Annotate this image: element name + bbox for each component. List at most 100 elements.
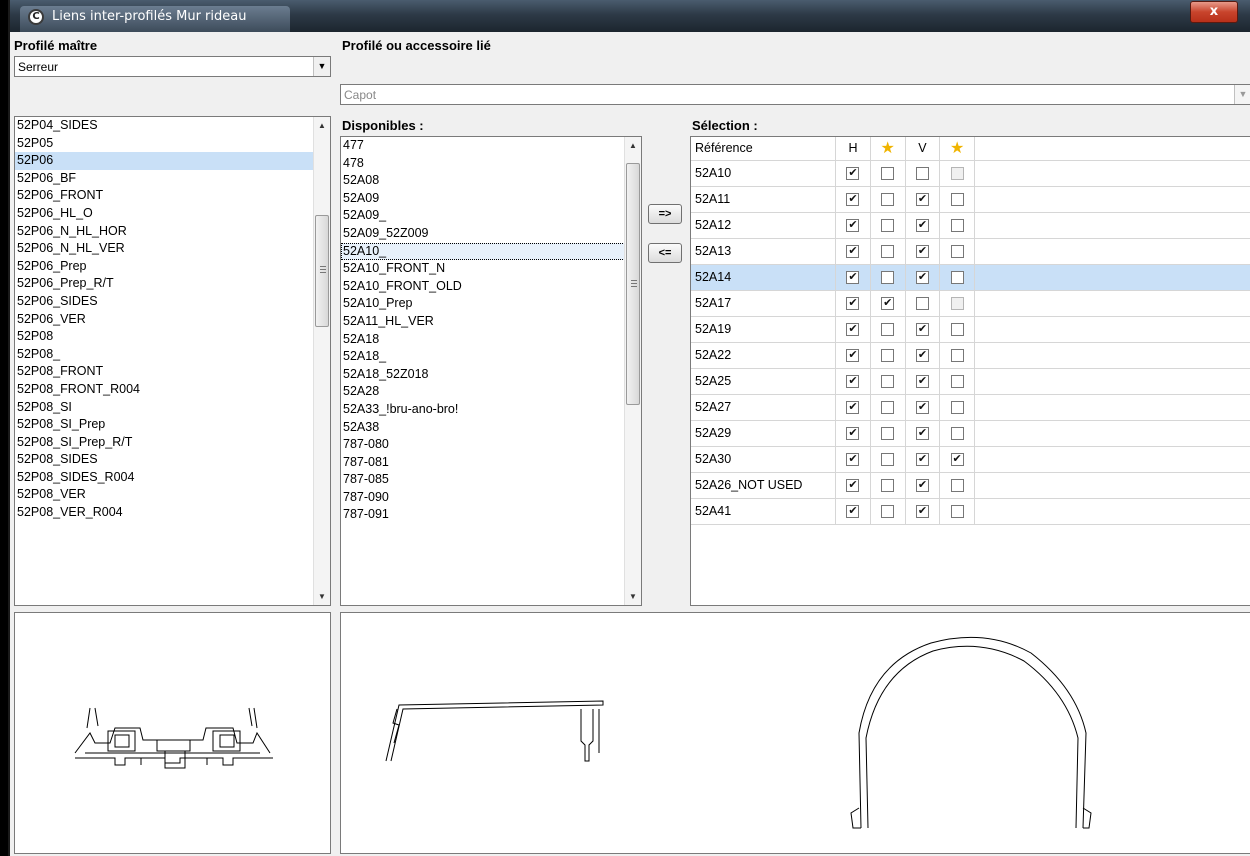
available-list-item[interactable]: 52A28 (341, 383, 641, 401)
column-header-h[interactable]: H (835, 137, 871, 161)
v-checkbox[interactable]: ✔ (915, 323, 929, 337)
v-checkbox[interactable]: ✔ (915, 349, 929, 363)
master-list-item[interactable]: 52P06 (15, 152, 330, 170)
h-star-checkbox[interactable] (881, 375, 895, 389)
available-list-item[interactable]: 52A08 (341, 172, 641, 190)
h-star-checkbox[interactable] (881, 505, 895, 519)
available-list[interactable]: 477 478 52A08 52A09 52A09_ 52A09_52Z009 52A10_… (340, 136, 642, 606)
scroll-down-icon[interactable]: ▼ (625, 588, 641, 605)
scroll-thumb[interactable] (626, 163, 640, 405)
v-star-checkbox[interactable] (950, 193, 964, 207)
h-checkbox[interactable]: ✔ (846, 323, 860, 337)
master-list-item[interactable]: 52P06_BF (15, 170, 330, 188)
available-list-item[interactable]: 477 (341, 137, 641, 155)
v-star-checkbox[interactable] (950, 349, 964, 363)
available-list-item[interactable]: 52A09_ (341, 207, 641, 225)
master-list-item[interactable]: 52P08 (15, 328, 330, 346)
v-star-checkbox[interactable] (950, 427, 964, 441)
master-list-item[interactable]: 52P08_SIDES_R004 (15, 469, 330, 487)
h-star-checkbox[interactable] (881, 427, 895, 441)
master-list-item[interactable]: 52P08_SIDES (15, 451, 330, 469)
master-list-item[interactable]: 52P06_N_HL_HOR (15, 223, 330, 241)
remove-button[interactable]: <= (648, 243, 682, 263)
master-list-item[interactable]: 52P06_HL_O (15, 205, 330, 223)
table-row[interactable]: 52A25 ✔ ✔ (691, 368, 1250, 395)
v-star-checkbox[interactable] (950, 245, 964, 259)
v-checkbox[interactable]: ✔ (915, 505, 929, 519)
table-row[interactable]: 52A12 ✔ ✔ (691, 212, 1250, 239)
column-header-v[interactable]: V (905, 137, 941, 161)
available-list-item[interactable]: 52A10_FRONT_N (341, 260, 641, 278)
master-list-item[interactable]: 52P06_VER (15, 311, 330, 329)
h-star-checkbox[interactable] (881, 193, 895, 207)
h-checkbox[interactable]: ✔ (846, 297, 860, 311)
add-button[interactable]: => (648, 204, 682, 224)
available-list-item[interactable]: 787-080 (341, 436, 641, 454)
v-star-checkbox[interactable]: ✔ (950, 453, 964, 467)
v-checkbox[interactable]: ✔ (915, 375, 929, 389)
h-star-checkbox[interactable] (881, 167, 895, 181)
v-checkbox[interactable]: ✔ (915, 271, 929, 285)
available-list-item[interactable]: 52A11_HL_VER (341, 313, 641, 331)
table-row[interactable]: 52A29 ✔ ✔ (691, 420, 1250, 447)
h-star-checkbox[interactable] (881, 323, 895, 337)
scroll-down-icon[interactable]: ▼ (314, 588, 330, 605)
available-list-item[interactable]: 478 (341, 155, 641, 173)
column-header-h-star[interactable]: ★ (870, 137, 906, 161)
h-checkbox[interactable]: ✔ (846, 193, 860, 207)
v-star-checkbox[interactable] (950, 271, 964, 285)
h-star-checkbox[interactable] (881, 479, 895, 493)
available-list-item[interactable]: 52A18_ (341, 348, 641, 366)
available-list-item[interactable]: 52A09 (341, 190, 641, 208)
table-row[interactable]: 52A13 ✔ ✔ (691, 238, 1250, 265)
table-row[interactable]: 52A26_NOT USED ✔ ✔ (691, 472, 1250, 499)
master-list-item[interactable]: 52P08_SI_Prep (15, 416, 330, 434)
close-button[interactable]: x (1190, 1, 1238, 23)
available-list-item[interactable]: 52A33_!bru-ano-bro! (341, 401, 641, 419)
master-list-item[interactable]: 52P08_VER_R004 (15, 504, 330, 522)
selection-grid[interactable]: Référence H ★ V ★ 52A10 ✔ 52A11 ✔ ✔ 52A12 ✔ ✔ 52… (690, 136, 1250, 606)
available-list-item[interactable]: 52A10_Prep (341, 295, 641, 313)
table-row[interactable]: 52A22 ✔ ✔ (691, 342, 1250, 369)
master-list-item[interactable]: 52P06_N_HL_VER (15, 240, 330, 258)
table-row[interactable]: 52A30 ✔ ✔ ✔ (691, 446, 1250, 473)
v-star-checkbox[interactable] (950, 505, 964, 519)
table-row[interactable]: 52A19 ✔ ✔ (691, 316, 1250, 343)
h-checkbox[interactable]: ✔ (846, 505, 860, 519)
available-list-item[interactable]: 787-081 (341, 454, 641, 472)
h-checkbox[interactable]: ✔ (846, 245, 860, 259)
table-row[interactable]: 52A17 ✔ ✔ (691, 290, 1250, 317)
available-list-item[interactable]: 52A09_52Z009 (341, 225, 641, 243)
available-list-item[interactable]: 52A10_ (341, 242, 641, 261)
h-star-checkbox[interactable] (881, 219, 895, 233)
table-row[interactable]: 52A27 ✔ ✔ (691, 394, 1250, 421)
v-checkbox[interactable]: ✔ (915, 427, 929, 441)
h-checkbox[interactable]: ✔ (846, 271, 860, 285)
master-list[interactable]: 52P04_SIDES 52P05 52P06 52P06_BF 52P06_FRONT… (14, 116, 331, 606)
available-list-item[interactable]: 52A18 (341, 331, 641, 349)
v-checkbox[interactable]: ✔ (915, 219, 929, 233)
chevron-down-icon[interactable]: ▼ (313, 57, 330, 76)
h-checkbox[interactable]: ✔ (846, 453, 860, 467)
v-star-checkbox[interactable] (950, 375, 964, 389)
h-checkbox[interactable]: ✔ (846, 375, 860, 389)
master-list-item[interactable]: 52P08_SI_Prep_R/T (15, 434, 330, 452)
v-star-checkbox[interactable] (950, 297, 964, 311)
table-row[interactable]: 52A11 ✔ ✔ (691, 186, 1250, 213)
v-star-checkbox[interactable] (950, 479, 964, 493)
v-star-checkbox[interactable] (950, 323, 964, 337)
table-row[interactable]: 52A10 ✔ (691, 160, 1250, 187)
available-list-item[interactable]: 52A18_52Z018 (341, 366, 641, 384)
master-list-item[interactable]: 52P06_Prep (15, 258, 330, 276)
h-star-checkbox[interactable] (881, 401, 895, 415)
h-checkbox[interactable]: ✔ (846, 401, 860, 415)
master-list-scrollbar[interactable]: ▲ ▼ (313, 117, 330, 605)
v-star-checkbox[interactable] (950, 219, 964, 233)
h-star-checkbox[interactable] (881, 271, 895, 285)
table-row[interactable]: 52A14 ✔ ✔ (691, 264, 1250, 291)
scroll-up-icon[interactable]: ▲ (625, 137, 641, 154)
master-list-item[interactable]: 52P04_SIDES (15, 117, 330, 135)
column-header-reference[interactable]: Référence (691, 137, 837, 161)
h-checkbox[interactable]: ✔ (846, 219, 860, 233)
scroll-thumb[interactable] (315, 215, 329, 327)
